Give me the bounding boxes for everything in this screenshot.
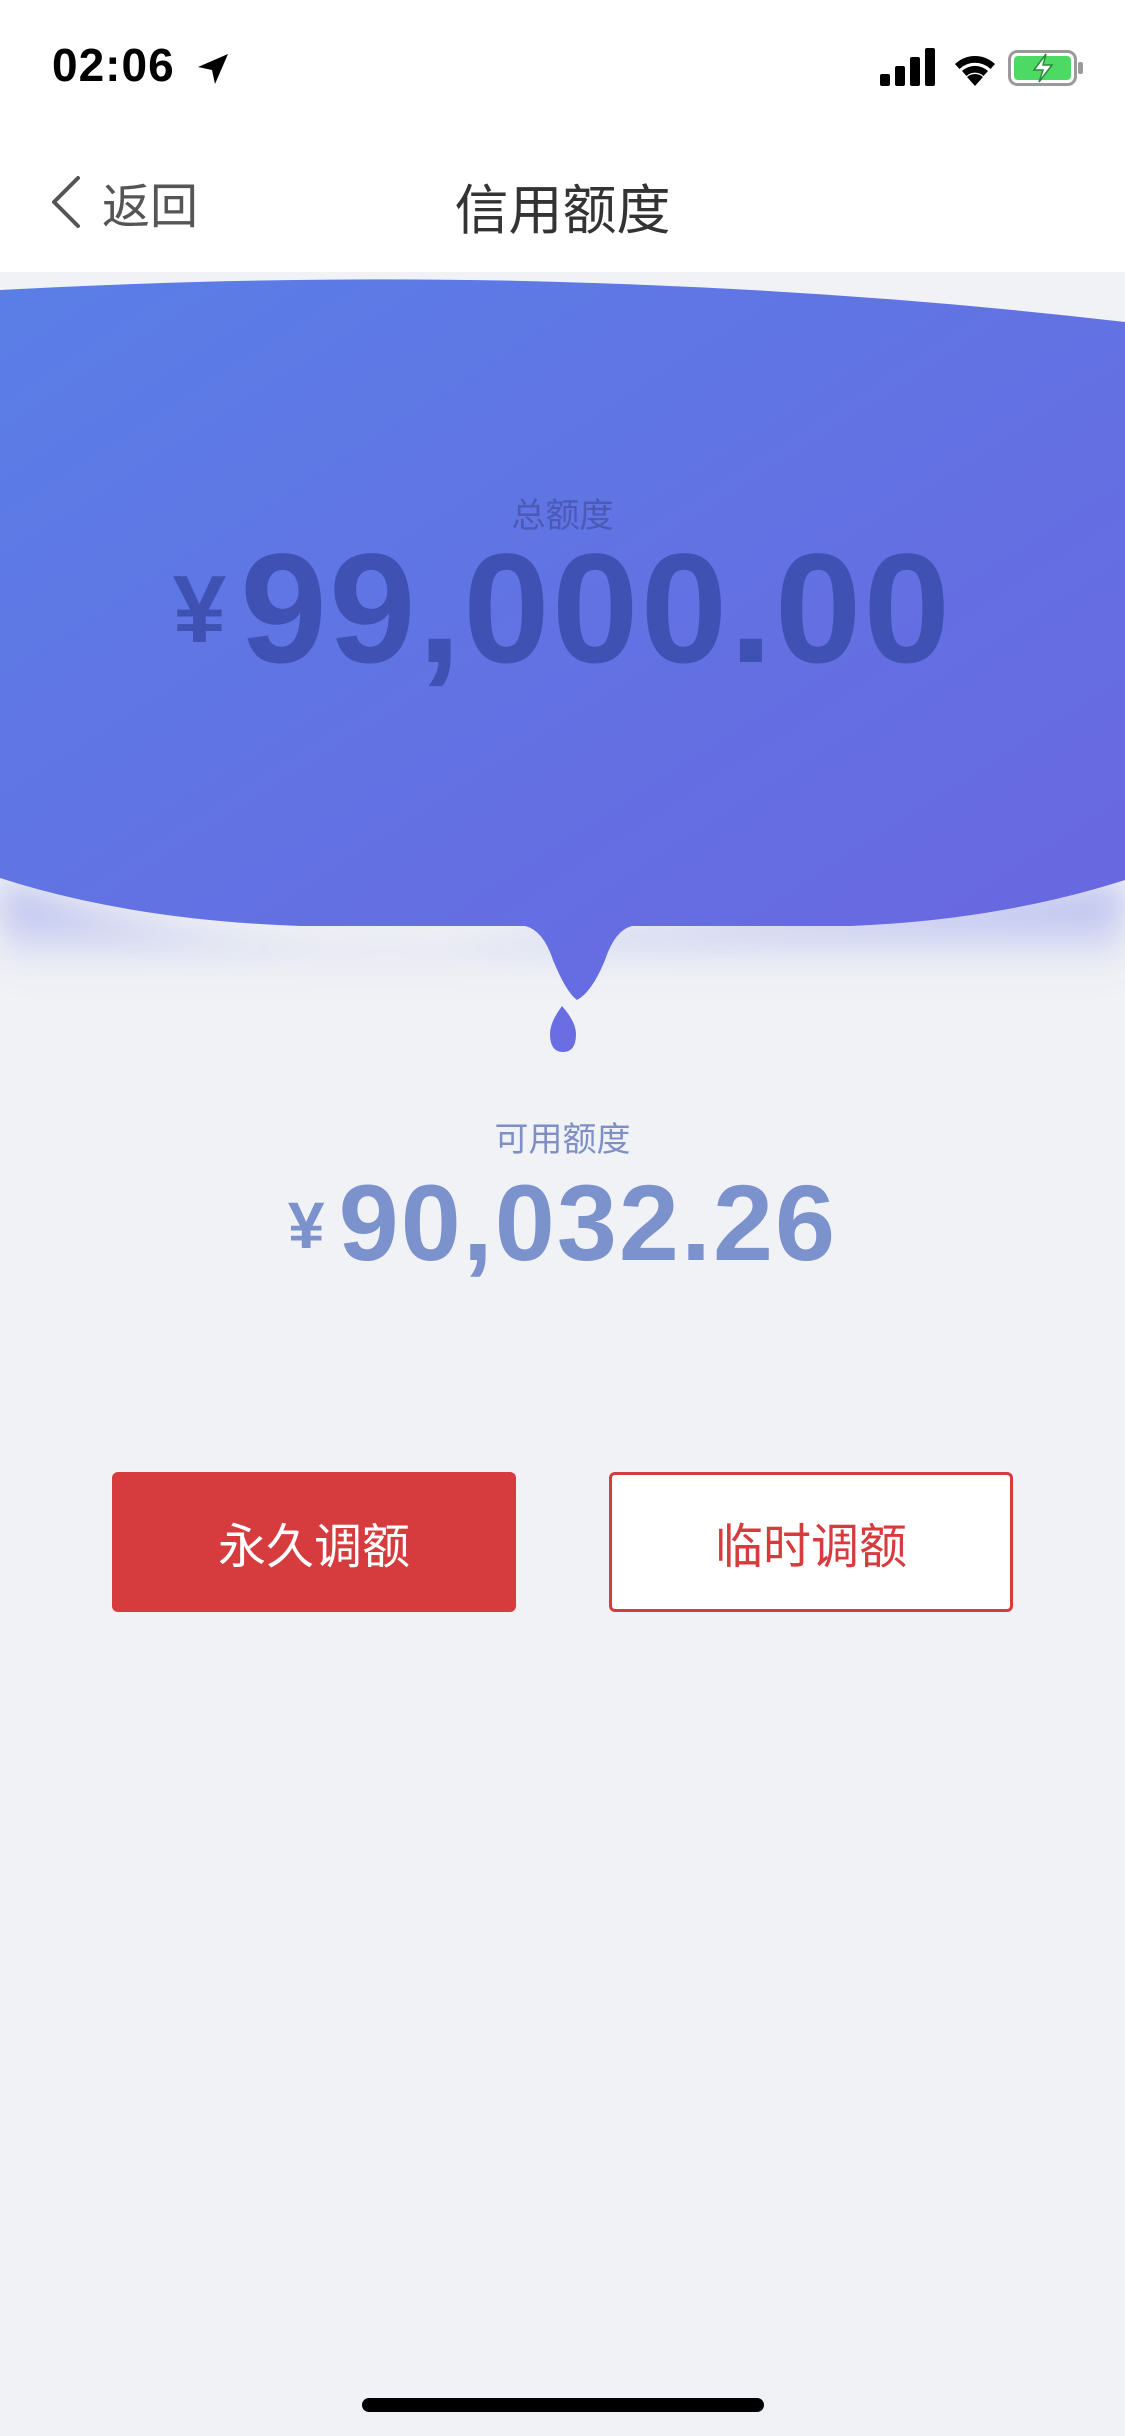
location-arrow-icon — [198, 54, 228, 84]
available-credit-amount: ¥90,032.26 — [0, 1160, 1125, 1285]
wifi-icon — [955, 56, 995, 86]
status-bar: 02:06 — [0, 0, 1125, 132]
permanent-adjust-button[interactable]: 永久调额 — [112, 1472, 516, 1612]
home-indicator[interactable] — [362, 2398, 764, 2412]
total-currency-symbol: ¥ — [172, 556, 227, 663]
available-currency-symbol: ¥ — [287, 1188, 325, 1262]
total-credit-amount: ¥99,000.00 — [0, 520, 1125, 699]
temporary-adjust-button[interactable]: 临时调额 — [609, 1472, 1013, 1612]
available-credit-label: 可用额度 — [494, 1121, 631, 1159]
total-credit-value: 99,000.00 — [240, 522, 953, 696]
nav-bar: 返回 信用额度 — [0, 132, 1125, 272]
available-credit-value: 90,032.26 — [338, 1162, 838, 1283]
page-title: 信用额度 — [454, 181, 671, 241]
battery-charging-icon — [1008, 50, 1083, 86]
status-time: 02:06 — [52, 39, 175, 91]
cellular-signal-icon — [880, 48, 935, 86]
